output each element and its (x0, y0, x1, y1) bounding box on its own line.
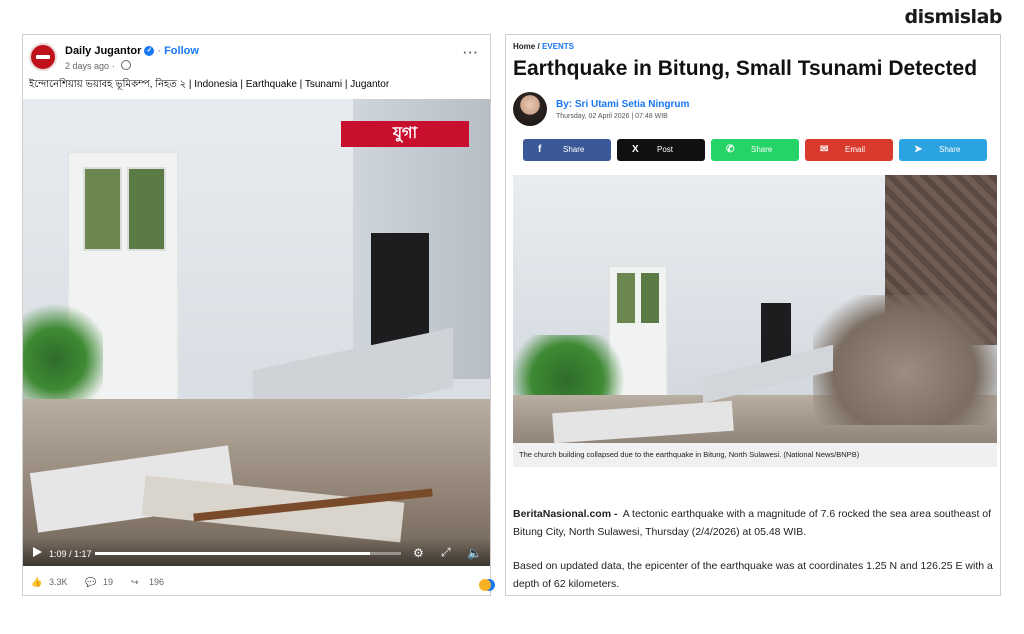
globe-icon (121, 60, 132, 70)
news-article: Home / EVENTS Earthquake in Bitung, Smal… (505, 34, 1001, 596)
sad-reaction-icon (479, 579, 491, 591)
share-bar: f Share X Post ✆ Share ✉ Email ➤ Share (523, 139, 987, 162)
like-icon[interactable]: 👍 (31, 577, 42, 588)
facebook-post: Daily Jugantor ✓ · Follow 2 days ago · ··· ই… (22, 34, 495, 596)
whatsapp-share-button[interactable]: ✆ Share (711, 139, 799, 161)
dismislab-logo: dismislab (904, 6, 1003, 28)
article-headline: Earthquake in Bitung, Small Tsunami Dete… (513, 57, 978, 80)
facebook-share-button[interactable]: f Share (523, 139, 611, 161)
comment-count: 19 (103, 577, 114, 587)
author-name[interactable]: By: Sri Utami Setia Ningrum (556, 99, 689, 110)
article-paragraph-2: Based on updated data, the epicenter of … (513, 560, 993, 590)
play-icon[interactable] (33, 547, 42, 557)
like-count: 3.3K (49, 577, 68, 587)
telegram-icon: ➤ (914, 144, 923, 155)
whatsapp-icon: ✆ (726, 144, 735, 155)
comment-icon[interactable]: 💬 (85, 577, 96, 588)
video-time: 1:09 / 1:17 (49, 549, 92, 559)
fullscreen-icon[interactable]: ⤢ (441, 545, 451, 560)
page-name-row: Daily Jugantor ✓ · Follow (65, 45, 199, 57)
follow-button[interactable]: Follow (164, 45, 199, 57)
x-post-button[interactable]: X Post (617, 139, 705, 161)
mute-icon[interactable]: 🔈 (467, 546, 482, 560)
post-caption: ইন্দোনেশিয়ায় ভয়াবহ ভূমিকম্প, নিহত ২ |… (29, 79, 390, 90)
photo-caption: The church building collapsed due to the… (513, 443, 997, 467)
share-count: 196 (149, 577, 165, 587)
settings-icon[interactable]: ⚙ (413, 546, 424, 560)
post-footer: 👍 3.3K 💬 19 ↪ 196 (31, 575, 495, 591)
breadcrumb: Home / EVENTS (513, 42, 574, 51)
page-avatar[interactable] (29, 43, 57, 71)
jugantor-watermark: যুগা (341, 121, 469, 147)
more-options-icon[interactable]: ··· (463, 45, 479, 60)
x-icon: X (632, 144, 639, 155)
email-icon: ✉ (820, 144, 829, 155)
article-paragraph-1: BeritaNasional.com - A tectonic earthqua… (513, 508, 992, 538)
post-time-row: 2 days ago · (65, 60, 132, 71)
source-lead[interactable]: BeritaNasional.com - (513, 508, 617, 520)
separator-dot: · (157, 45, 162, 57)
email-share-button[interactable]: ✉ Email (805, 139, 893, 161)
verified-badge-icon: ✓ (144, 46, 155, 57)
breadcrumb-home[interactable]: Home (513, 42, 535, 51)
author-avatar (513, 92, 547, 126)
share-icon[interactable]: ↪ (131, 577, 139, 588)
page-name[interactable]: Daily Jugantor (65, 45, 141, 57)
video-progress-bar[interactable] (95, 552, 401, 555)
post-time[interactable]: 2 days ago (65, 61, 109, 71)
post-header: Daily Jugantor ✓ · Follow 2 days ago · ··· (29, 43, 485, 73)
facebook-icon: f (538, 144, 542, 155)
video-player[interactable]: যুগা 1:09 / 1:17 ⚙ ⤢ 🔈 (23, 99, 490, 566)
telegram-share-button[interactable]: ➤ Share (899, 139, 987, 161)
video-controls: 1:09 / 1:17 ⚙ ⤢ 🔈 (23, 538, 490, 566)
article-photo[interactable]: The church building collapsed due to the… (513, 175, 997, 467)
video-progress-fill (95, 552, 371, 555)
publish-date: Thursday, 02 April 2026 | 07:48 WIB (556, 113, 668, 120)
breadcrumb-events[interactable]: EVENTS (542, 42, 574, 51)
